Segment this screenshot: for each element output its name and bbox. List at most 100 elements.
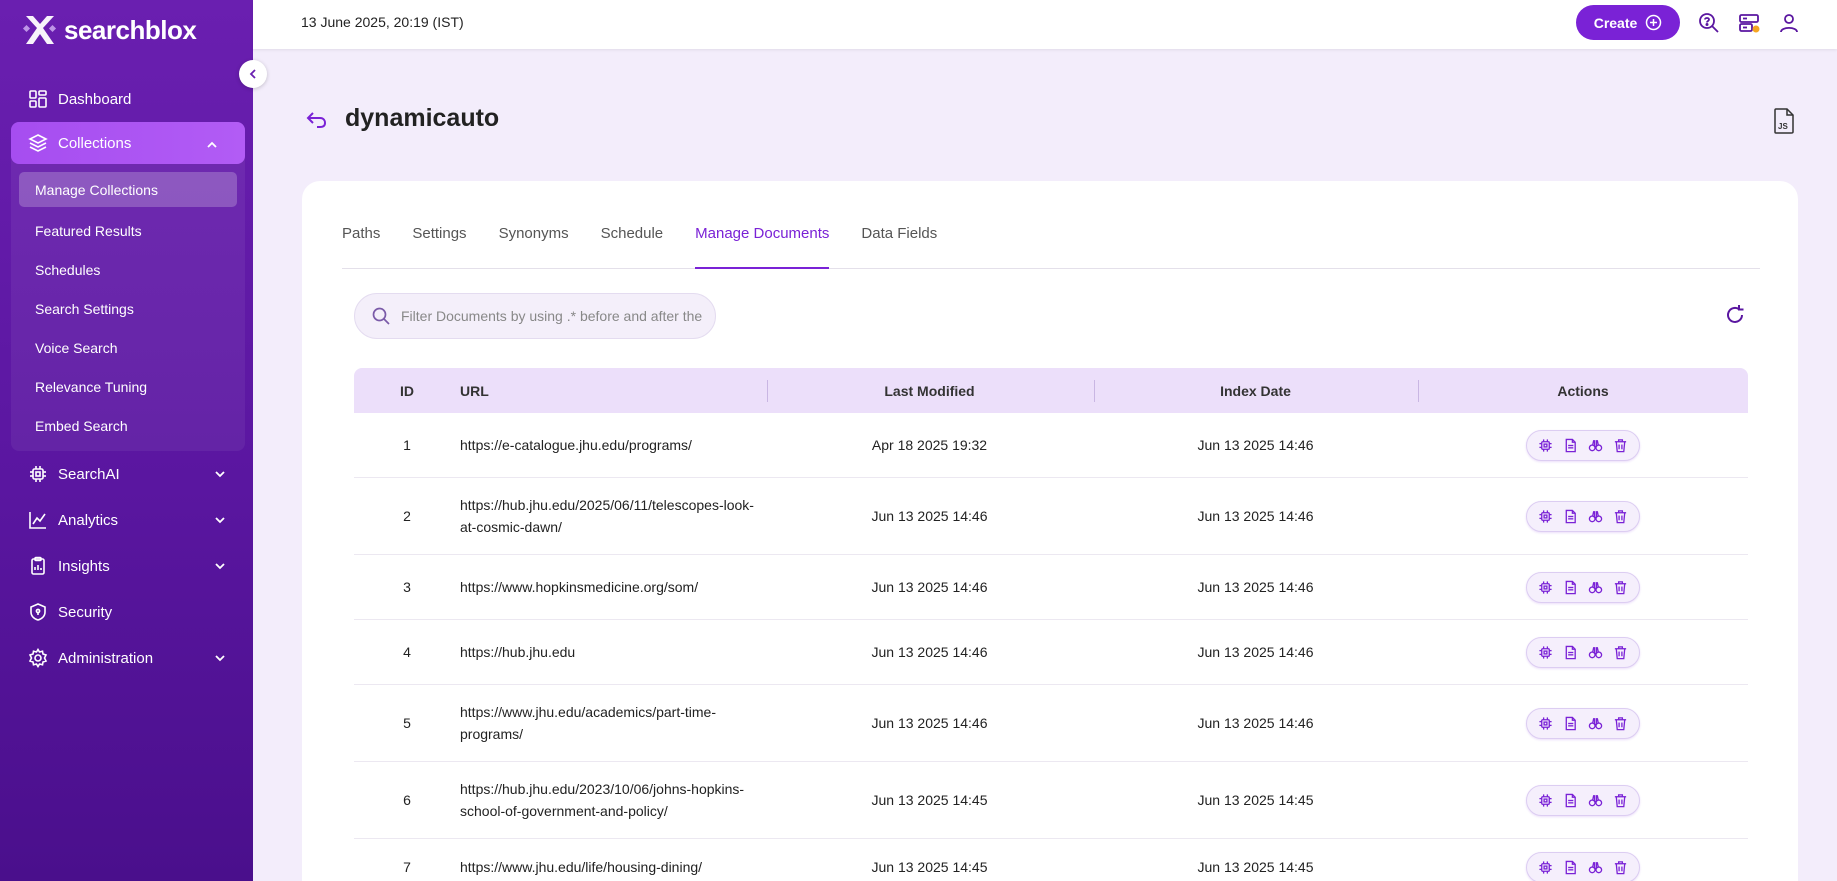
brand-logo[interactable]: searchblox <box>22 10 197 50</box>
chip-icon <box>1539 438 1552 452</box>
column-separator[interactable] <box>767 380 768 402</box>
sidebar-sub-embed-search[interactable]: Embed Search <box>11 406 245 445</box>
server-status-icon[interactable] <box>1737 11 1761 35</box>
view-document-button[interactable] <box>1558 640 1583 665</box>
plus-circle-icon <box>1646 14 1662 31</box>
tab-schedule[interactable]: Schedule <box>601 221 664 269</box>
svg-text:JS: JS <box>1778 122 1788 131</box>
delete-document-button[interactable] <box>1608 640 1633 665</box>
sidebar-item-label: Administration <box>58 649 154 667</box>
gear-icon <box>28 648 48 668</box>
column-separator[interactable] <box>1418 380 1419 402</box>
tab-paths[interactable]: Paths <box>342 221 380 269</box>
sidebar-sub-search-settings[interactable]: Search Settings <box>11 289 245 328</box>
inspect-document-button[interactable] <box>1583 640 1608 665</box>
chevron-down-icon[interactable] <box>213 513 227 527</box>
chevron-down-icon[interactable] <box>213 559 227 573</box>
binoculars-icon <box>1588 794 1603 806</box>
sidebar-item-collections[interactable]: Collections <box>11 122 245 164</box>
cell-index-date: Jun 13 2025 14:46 <box>1197 715 1314 731</box>
trash-icon <box>1614 438 1627 452</box>
sidebar-sub-schedules[interactable]: Schedules <box>11 250 245 289</box>
sidebar-item-label: Security <box>58 603 113 621</box>
row-actions-group <box>1526 429 1640 461</box>
sidebar-item-dashboard[interactable]: Dashboard <box>0 76 253 122</box>
cell-url: https://www.jhu.edu/academics/part-time-… <box>460 704 716 742</box>
inspect-document-button[interactable] <box>1583 504 1608 529</box>
trash-icon <box>1614 509 1627 523</box>
view-document-button[interactable] <box>1558 788 1583 813</box>
ai-chip-action-button[interactable] <box>1533 433 1558 458</box>
cell-actions <box>1418 851 1748 881</box>
inspect-document-button[interactable] <box>1583 575 1608 600</box>
ai-chip-action-button[interactable] <box>1533 788 1558 813</box>
delete-document-button[interactable] <box>1608 855 1633 880</box>
sidebar-sub-voice-search[interactable]: Voice Search <box>11 328 245 367</box>
collection-tabs: Paths Settings Synonyms Schedule Manage … <box>342 221 1760 269</box>
cell-actions <box>1418 784 1748 816</box>
trash-icon <box>1614 580 1627 594</box>
view-document-button[interactable] <box>1558 855 1583 880</box>
binoculars-icon <box>1588 581 1603 593</box>
sidebar-sub-relevance-tuning[interactable]: Relevance Tuning <box>11 367 245 406</box>
sidebar-item-searchai[interactable]: SearchAI <box>0 451 253 497</box>
sidebar-item-analytics[interactable]: Analytics <box>0 497 253 543</box>
sidebar-sub-manage-collections[interactable]: Manage Collections <box>19 172 237 207</box>
delete-document-button[interactable] <box>1608 575 1633 600</box>
collections-submenu: Manage Collections Featured Results Sche… <box>11 164 245 445</box>
tab-manage-documents[interactable]: Manage Documents <box>695 221 830 269</box>
manage-documents-card: Paths Settings Synonyms Schedule Manage … <box>302 181 1798 881</box>
ai-chip-action-button[interactable] <box>1533 855 1558 880</box>
document-icon <box>1565 580 1576 594</box>
column-separator[interactable] <box>1094 380 1095 402</box>
view-document-button[interactable] <box>1558 711 1583 736</box>
view-document-button[interactable] <box>1558 433 1583 458</box>
chevron-down-icon[interactable] <box>213 467 227 481</box>
cell-url: https://hub.jhu.edu <box>460 644 576 660</box>
row-actions-group <box>1526 707 1640 739</box>
view-document-button[interactable] <box>1558 504 1583 529</box>
cell-url: https://e-catalogue.jhu.edu/programs/ <box>460 437 692 453</box>
ai-chip-action-button[interactable] <box>1533 640 1558 665</box>
table-body: 1 https://e-catalogue.jhu.edu/programs/ … <box>354 413 1748 881</box>
delete-document-button[interactable] <box>1608 504 1633 529</box>
refresh-icon[interactable] <box>1723 303 1747 327</box>
tab-data-fields[interactable]: Data Fields <box>861 221 937 269</box>
cell-id: 1 <box>403 437 411 453</box>
row-actions-group <box>1526 571 1640 603</box>
filter-documents-input[interactable] <box>401 308 711 324</box>
back-arrow-icon[interactable] <box>305 108 329 132</box>
delete-document-button[interactable] <box>1608 711 1633 736</box>
sidebar-item-insights[interactable]: Insights <box>0 543 253 589</box>
create-button[interactable]: Create <box>1576 5 1680 40</box>
inspect-document-button[interactable] <box>1583 433 1608 458</box>
sidebar-item-administration[interactable]: Administration <box>0 635 253 681</box>
tab-settings[interactable]: Settings <box>412 221 466 269</box>
inspect-document-button[interactable] <box>1583 788 1608 813</box>
ai-chip-action-button[interactable] <box>1533 504 1558 529</box>
chip-icon <box>1539 509 1552 523</box>
inspect-document-button[interactable] <box>1583 855 1608 880</box>
view-document-button[interactable] <box>1558 575 1583 600</box>
sidebar-collapse-button[interactable] <box>239 60 267 88</box>
delete-document-button[interactable] <box>1608 788 1633 813</box>
chevron-left-icon <box>249 69 256 79</box>
ai-chip-action-button[interactable] <box>1533 711 1558 736</box>
delete-document-button[interactable] <box>1608 433 1633 458</box>
inspect-document-button[interactable] <box>1583 711 1608 736</box>
tab-synonyms[interactable]: Synonyms <box>499 221 569 269</box>
document-icon <box>1565 716 1576 730</box>
js-file-icon[interactable]: JS <box>1772 107 1796 135</box>
ai-chip-action-button[interactable] <box>1533 575 1558 600</box>
user-profile-icon[interactable] <box>1777 11 1801 35</box>
chip-icon <box>1539 716 1552 730</box>
chevron-up-icon[interactable] <box>205 138 219 152</box>
cell-url: https://www.hopkinsmedicine.org/som/ <box>460 579 699 595</box>
search-help-icon[interactable] <box>1697 11 1721 35</box>
trash-icon <box>1614 793 1627 807</box>
sidebar-sub-featured-results[interactable]: Featured Results <box>11 211 245 250</box>
chevron-down-icon[interactable] <box>213 651 227 665</box>
document-icon <box>1565 645 1576 659</box>
cell-last-modified: Apr 18 2025 19:32 <box>871 437 988 453</box>
sidebar-item-security[interactable]: Security <box>0 589 253 635</box>
